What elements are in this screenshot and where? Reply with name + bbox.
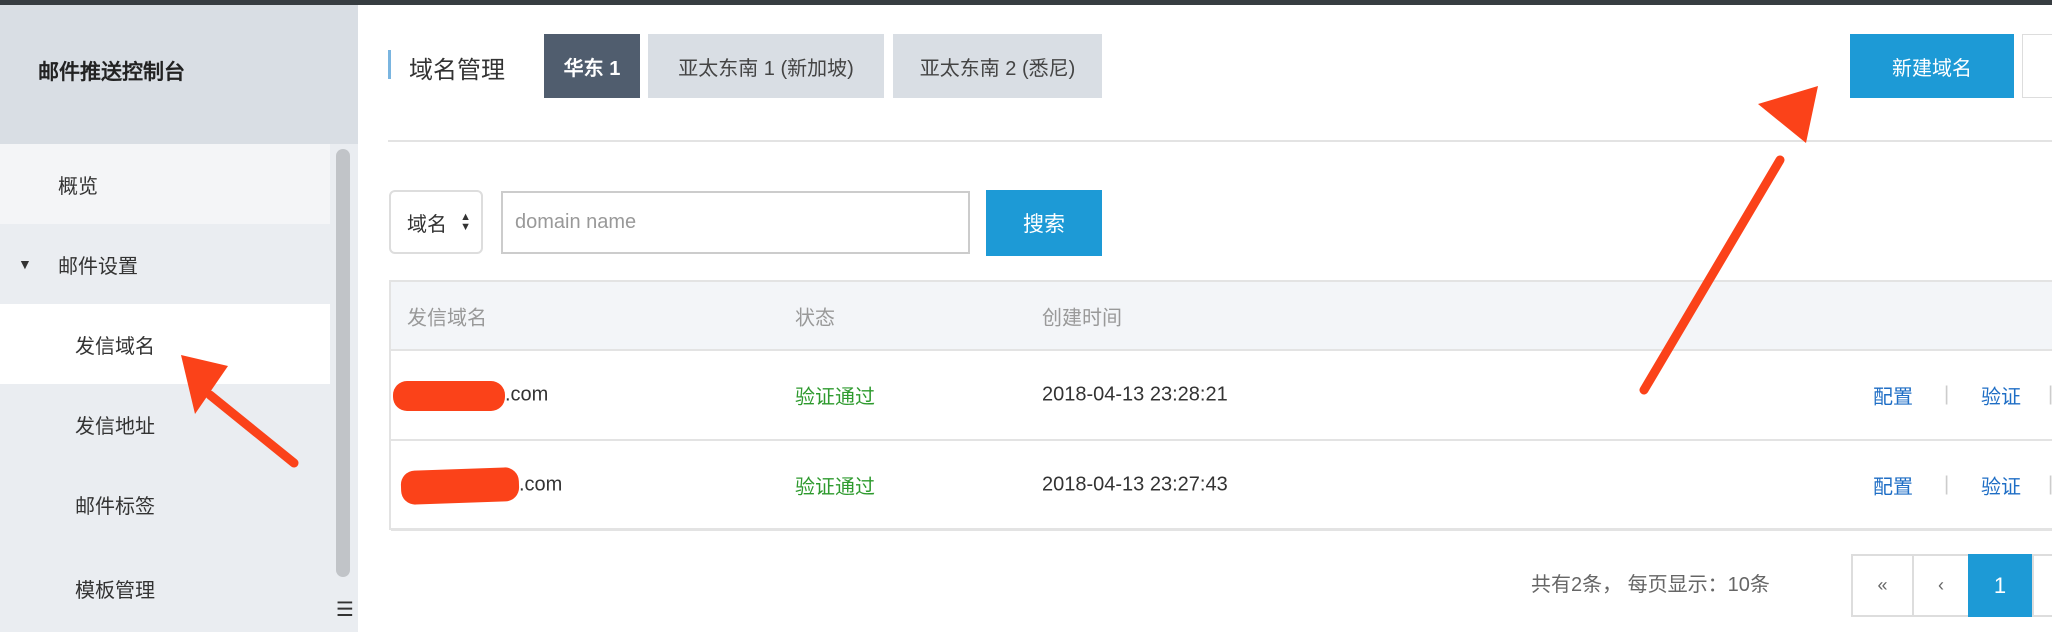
search-field-select[interactable]: 域名 ▲ ▼: [389, 190, 483, 254]
domain-table: 发信域名 状态 创建时间 .com 验证通过 2018-04-13 23:28:…: [389, 280, 2052, 531]
redaction-mark: [393, 381, 505, 411]
domain-search-input[interactable]: [501, 191, 970, 254]
status-badge: 验证通过: [795, 476, 875, 499]
table-header: 发信域名 状态 创建时间: [391, 282, 2052, 351]
created-time: 2018-04-13 23:27:43: [1042, 473, 1228, 496]
configure-link[interactable]: 配置: [1873, 471, 1913, 500]
select-value: 域名: [407, 213, 447, 236]
search-button[interactable]: 搜索: [986, 190, 1102, 256]
verify-link[interactable]: 验证: [1981, 471, 2021, 500]
sidebar-item-mail-settings[interactable]: ▼ 邮件设置: [0, 224, 330, 304]
separator: |: [1944, 473, 1950, 496]
sidebar-item-sender-addresses[interactable]: 发信地址: [0, 384, 330, 464]
status-badge: 验证通过: [795, 386, 875, 409]
separator: |: [2048, 383, 2052, 406]
title-accent: [388, 50, 391, 79]
sidebar-item-label: 发信域名: [75, 335, 155, 358]
redaction-mark: [400, 466, 520, 506]
more-button[interactable]: [2022, 34, 2052, 98]
sidebar-item-mail-tags[interactable]: 邮件标签: [0, 464, 330, 544]
collapse-sidebar-icon[interactable]: ☰: [336, 595, 358, 625]
page-title: 域名管理: [409, 57, 505, 84]
sidebar-item-sender-domains[interactable]: 发信域名: [0, 304, 330, 384]
sort-arrows-icon: ▲ ▼: [460, 211, 471, 233]
tab-sydney[interactable]: 亚太东南 2 (悉尼): [893, 34, 1102, 98]
separator: |: [2048, 473, 2052, 496]
column-header-created: 创建时间: [1042, 307, 1122, 329]
separator: |: [1944, 383, 1950, 406]
domain-name: .com: [519, 473, 563, 496]
sidebar-scrollbar[interactable]: [336, 149, 350, 577]
sidebar-item-label: 发信地址: [75, 415, 155, 438]
first-page-button[interactable]: «: [1851, 554, 1914, 617]
caret-down-icon: ▼: [18, 256, 32, 272]
sidebar-item-label: 概览: [58, 175, 98, 198]
divider: [388, 140, 2052, 142]
sidebar-item-label: 邮件标签: [75, 495, 155, 518]
table-row: .com 验证通过 2018-04-13 23:28:21 配置 | 验证 |: [391, 351, 2052, 441]
created-time: 2018-04-13 23:28:21: [1042, 383, 1228, 406]
table-row: .com 验证通过 2018-04-13 23:27:43 配置 | 验证 |: [391, 441, 2052, 531]
sidebar-item-label: 邮件设置: [58, 255, 138, 278]
page-1-button[interactable]: 1: [1968, 554, 2032, 617]
verify-link[interactable]: 验证: [1981, 381, 2021, 410]
next-page-button[interactable]: [2032, 554, 2052, 617]
domain-name: .com: [505, 383, 549, 406]
console-title: 邮件推送控制台: [38, 61, 185, 84]
sidebar-item-label: 模板管理: [75, 579, 155, 602]
prev-page-button[interactable]: ‹: [1912, 554, 1970, 617]
column-header-domain: 发信域名: [407, 307, 487, 329]
configure-link[interactable]: 配置: [1873, 381, 1913, 410]
pagination-summary: 共有2条， 每页显示：10条: [1531, 574, 1770, 596]
tab-singapore[interactable]: 亚太东南 1 (新加坡): [648, 34, 884, 98]
column-header-status: 状态: [795, 307, 835, 329]
tab-east-china-1[interactable]: 华东 1: [544, 34, 640, 98]
sidebar-item-overview[interactable]: 概览: [0, 144, 330, 224]
sidebar-item-templates[interactable]: 模板管理: [0, 544, 330, 632]
new-domain-button[interactable]: 新建域名: [1850, 34, 2014, 98]
